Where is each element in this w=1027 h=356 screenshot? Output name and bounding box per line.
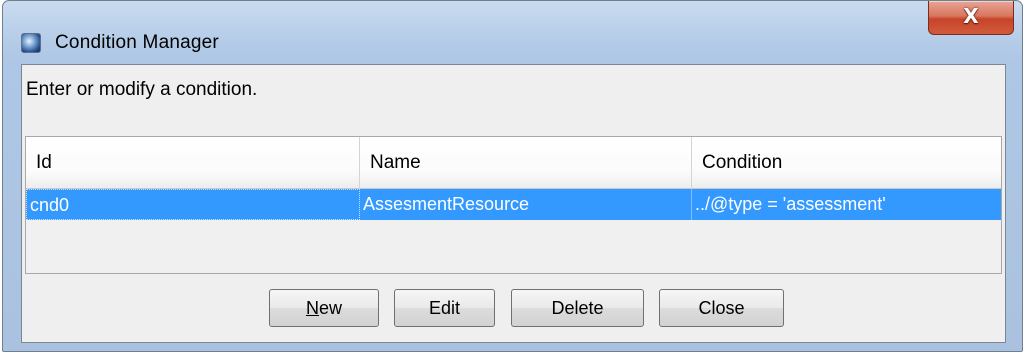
window-title: Condition Manager — [55, 32, 219, 53]
dialog-content: Enter or modify a condition. Id Name Con… — [21, 64, 1006, 343]
cell-id[interactable]: cnd0 — [26, 189, 360, 220]
title-bar[interactable]: Condition Manager X — [3, 1, 1022, 61]
column-header-id[interactable]: Id — [26, 137, 360, 189]
new-button-mnemonic: N — [305, 298, 319, 318]
button-bar: New Edit Delete Close — [22, 289, 1005, 329]
delete-button[interactable]: Delete — [511, 289, 644, 327]
column-header-name[interactable]: Name — [360, 137, 692, 189]
app-globe-icon — [21, 33, 41, 53]
instruction-text: Enter or modify a condition. — [26, 79, 258, 100]
new-button-label: ew — [318, 298, 342, 318]
conditions-table[interactable]: Id Name Condition cnd0 AssesmentResource… — [25, 136, 1002, 274]
cell-name[interactable]: AssesmentResource — [360, 189, 692, 220]
cell-condition[interactable]: ../@type = 'assessment' — [692, 189, 1001, 220]
table-header: Id Name Condition — [26, 137, 1001, 189]
new-button[interactable]: New — [269, 289, 379, 327]
condition-manager-dialog: Condition Manager X Enter or modify a co… — [2, 0, 1023, 352]
table-row[interactable]: cnd0 AssesmentResource ../@type = 'asses… — [26, 189, 1001, 220]
close-icon: X — [963, 4, 979, 28]
close-button[interactable]: Close — [659, 289, 784, 327]
window-close-button[interactable]: X — [928, 1, 1014, 35]
edit-button[interactable]: Edit — [394, 289, 495, 327]
column-header-condition[interactable]: Condition — [692, 137, 1001, 189]
